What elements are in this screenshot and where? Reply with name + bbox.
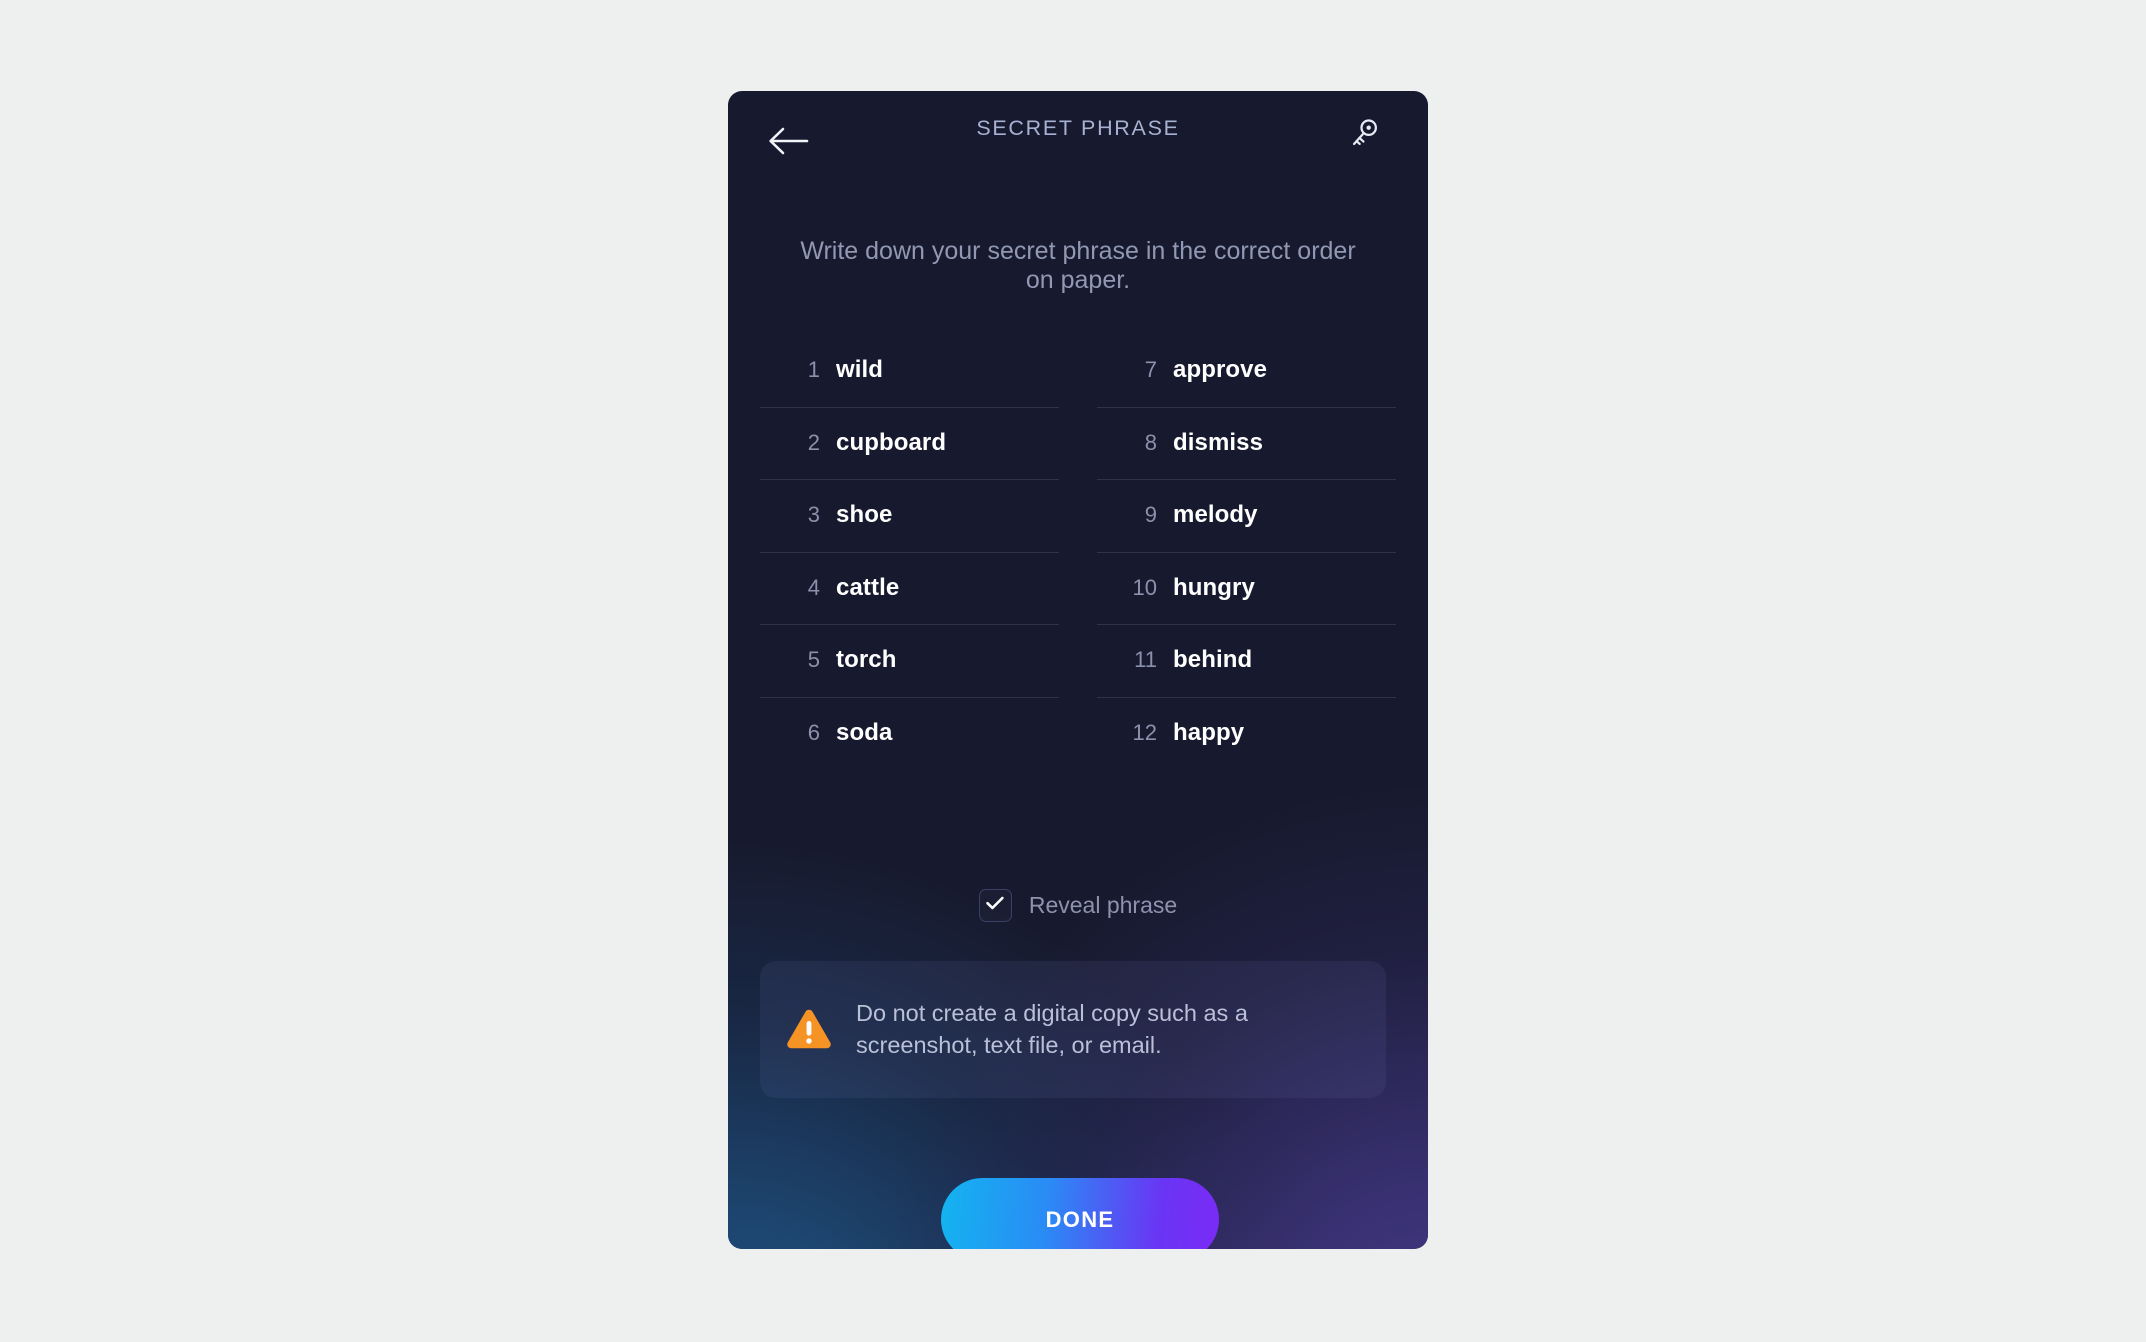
- word-row[interactable]: 1 wild: [760, 334, 1059, 407]
- word-column-left: 1 wild 2 cupboard 3 shoe 4 cattle 5 torc…: [760, 334, 1059, 769]
- secret-phrase-word-grid: 1 wild 2 cupboard 3 shoe 4 cattle 5 torc…: [760, 334, 1396, 769]
- word-index: 4: [807, 574, 820, 600]
- word-row[interactable]: 8 dismiss: [1097, 406, 1396, 480]
- word-index: 10: [1132, 574, 1157, 600]
- word-text: happy: [1173, 718, 1245, 746]
- instruction-text: Write down your secret phrase in the cor…: [800, 237, 1356, 295]
- word-text: soda: [836, 718, 893, 746]
- word-row[interactable]: 4 cattle: [760, 551, 1059, 625]
- word-index: 6: [807, 719, 820, 745]
- warning-triangle-icon: [784, 1007, 834, 1053]
- word-column-right: 7 approve 8 dismiss 9 melody 10 hungry 1…: [1097, 334, 1396, 769]
- key-button[interactable]: [1334, 107, 1392, 165]
- word-index: 3: [807, 502, 820, 528]
- word-row[interactable]: 6 soda: [760, 696, 1059, 770]
- done-button[interactable]: DONE: [941, 1178, 1219, 1249]
- word-row[interactable]: 5 torch: [760, 624, 1059, 697]
- word-index: 5: [807, 647, 820, 673]
- app-header: SECRET PHRASE: [728, 91, 1428, 195]
- word-text: cupboard: [836, 428, 947, 456]
- word-index: 9: [1144, 502, 1157, 528]
- app-screen: SECRET PHRASE Write down your secret phr…: [0, 0, 2146, 1342]
- word-text: shoe: [836, 501, 893, 529]
- key-icon: [1343, 114, 1383, 159]
- secret-phrase-card: SECRET PHRASE Write down your secret phr…: [728, 91, 1428, 1249]
- word-index: 7: [1144, 357, 1157, 383]
- word-index: 12: [1132, 719, 1157, 745]
- word-row[interactable]: 12 happy: [1097, 696, 1396, 770]
- word-text: behind: [1173, 646, 1253, 674]
- word-index: 1: [807, 357, 820, 383]
- warning-panel: Do not create a digital copy such as a s…: [760, 961, 1386, 1098]
- word-row[interactable]: 9 melody: [1097, 479, 1396, 552]
- word-text: dismiss: [1173, 428, 1264, 456]
- word-row[interactable]: 3 shoe: [760, 479, 1059, 552]
- word-text: approve: [1173, 356, 1268, 384]
- word-row[interactable]: 7 approve: [1097, 334, 1396, 407]
- word-row[interactable]: 2 cupboard: [760, 406, 1059, 480]
- word-text: torch: [836, 646, 897, 674]
- word-text: cattle: [836, 573, 900, 601]
- checkmark-icon: [985, 895, 1005, 916]
- word-text: melody: [1173, 501, 1258, 529]
- reveal-phrase-label: Reveal phrase: [1028, 892, 1178, 918]
- card-content: SECRET PHRASE Write down your secret phr…: [728, 91, 1428, 1249]
- reveal-phrase-row[interactable]: Reveal phrase: [728, 889, 1428, 922]
- reveal-phrase-checkbox[interactable]: [978, 889, 1012, 922]
- word-text: hungry: [1173, 573, 1255, 601]
- word-text: wild: [836, 356, 884, 384]
- word-index: 8: [1144, 429, 1157, 455]
- page-title: SECRET PHRASE: [976, 116, 1180, 140]
- warning-text: Do not create a digital copy such as a s…: [856, 1000, 1248, 1058]
- word-index: 2: [807, 429, 820, 455]
- word-row[interactable]: 11 behind: [1097, 624, 1396, 697]
- word-row[interactable]: 10 hungry: [1097, 551, 1396, 625]
- word-index: 11: [1134, 647, 1157, 673]
